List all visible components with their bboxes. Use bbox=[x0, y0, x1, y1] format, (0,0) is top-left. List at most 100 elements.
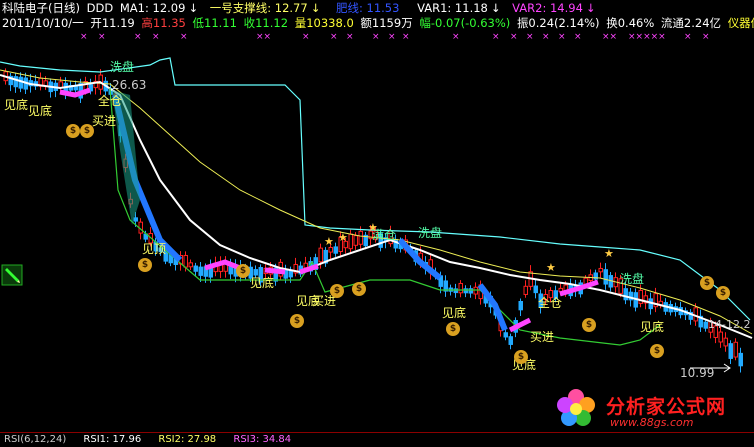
quote-amount: 额1159万 bbox=[360, 16, 413, 30]
rsi1-value: RSI1: 17.96 bbox=[83, 434, 142, 445]
candle-body bbox=[473, 286, 478, 295]
ma1-arrow-icon: ↓ bbox=[188, 1, 199, 15]
quote-volume: 量10338.0 bbox=[294, 16, 354, 30]
flower-logo-icon bbox=[557, 389, 595, 426]
bottom-label-2: 见底 bbox=[28, 104, 53, 118]
quote-change: 幅-0.07(-0.63%) bbox=[419, 16, 511, 30]
stop-line-green bbox=[109, 87, 661, 346]
marker: × bbox=[134, 32, 142, 42]
marker: × bbox=[510, 32, 518, 42]
money-bag-icon: $ bbox=[716, 286, 730, 300]
var1-value: VAR1: 11.18 bbox=[417, 1, 488, 15]
marker: × bbox=[98, 32, 106, 42]
logo-url: www.88gs.com bbox=[610, 416, 694, 429]
indicator-item3: 肥线: 11.53 bbox=[335, 1, 400, 15]
var2-arrow-icon: ↓ bbox=[585, 1, 596, 15]
runner-icon: ★ bbox=[546, 261, 556, 274]
candle-body bbox=[598, 267, 603, 273]
price-low-label: 10.99 bbox=[680, 366, 715, 380]
quote-date: 2011/10/10/一 bbox=[2, 16, 84, 30]
marker: × bbox=[558, 32, 566, 42]
candle-body bbox=[718, 331, 723, 343]
marker: × bbox=[388, 32, 396, 42]
candle-body bbox=[18, 76, 23, 89]
candle-body bbox=[328, 246, 333, 253]
site-logo: 分析家公式网 www.88gs.com bbox=[548, 384, 752, 436]
marker: × bbox=[180, 32, 188, 42]
marker: × bbox=[346, 32, 354, 42]
candle-body bbox=[603, 269, 608, 285]
candle-body bbox=[13, 76, 18, 88]
money-bag-icon: $ bbox=[66, 124, 80, 138]
wash-label-2: 洗盘 bbox=[418, 226, 443, 240]
runner-icon: ★ bbox=[324, 235, 334, 248]
money-bag-icon: $ bbox=[446, 322, 460, 336]
money-bag-icon: $ bbox=[352, 282, 366, 296]
runner-icon: ★ bbox=[368, 221, 378, 234]
marker: ××××× bbox=[628, 32, 666, 42]
indicator-header: 科陆电子(日线) DDD MA1: 12.09 ↓ 一号支撑线: 12.77 ↓ 肥… bbox=[2, 1, 599, 15]
candle-body bbox=[348, 233, 353, 250]
quote-turnover: 换0.46% bbox=[606, 16, 655, 30]
wash-label-3: 洗盘 bbox=[620, 272, 645, 286]
runner-icon: ★ bbox=[338, 231, 348, 244]
buy-in-label-3: 买进 bbox=[530, 330, 555, 344]
trend-fill-teal bbox=[112, 90, 140, 225]
pencil-tool-icon[interactable] bbox=[0, 263, 24, 287]
full-position-label-1: 全仓 bbox=[98, 94, 123, 108]
marker: × bbox=[372, 32, 380, 42]
indicator-name: DDD bbox=[86, 1, 114, 15]
marker: × bbox=[492, 32, 500, 42]
candle-body bbox=[318, 247, 323, 263]
stock-name: 科陆电子(日线) bbox=[2, 1, 80, 15]
marker: × bbox=[702, 32, 710, 42]
price-high-label: 26.63 bbox=[112, 78, 147, 92]
wash-label-1: 洗盘 bbox=[110, 60, 135, 74]
candle-body bbox=[458, 282, 463, 294]
candle-body bbox=[623, 288, 628, 301]
money-bag-icon: $ bbox=[80, 124, 94, 138]
marker: ×× bbox=[602, 32, 618, 42]
quote-close: 收11.12 bbox=[243, 16, 289, 30]
candle-body bbox=[733, 341, 738, 358]
full-position-label-2: 全仓 bbox=[538, 296, 563, 310]
marker: × bbox=[574, 32, 582, 42]
bottom-label-1: 见底 bbox=[4, 98, 29, 112]
candle-body bbox=[353, 235, 358, 246]
quote-sector: 仪器仪表 bbox=[727, 16, 754, 30]
money-bag-icon: $ bbox=[650, 344, 664, 358]
bottom-label-5: 见底 bbox=[296, 294, 321, 308]
candle-body bbox=[358, 230, 363, 245]
candle-body bbox=[738, 352, 743, 367]
candle-body bbox=[728, 343, 733, 359]
candle-body bbox=[188, 262, 193, 268]
support-line-value: 一号支撑线: 12.77 bbox=[209, 1, 308, 15]
rsi3-value: RSI3: 34.84 bbox=[233, 434, 292, 445]
quote-open: 开11.19 bbox=[90, 16, 135, 30]
ma1-value: MA1: 12.09 bbox=[119, 1, 186, 15]
marker: × bbox=[402, 32, 410, 42]
candle-body bbox=[518, 301, 523, 311]
support-arrow-icon: ↓ bbox=[310, 1, 321, 15]
var1-arrow-icon: ↓ bbox=[490, 1, 501, 15]
bottom-label-6: 见底 bbox=[442, 306, 467, 320]
rsi2-value: RSI2: 27.98 bbox=[158, 434, 217, 445]
logo-name: 分析家公式网 bbox=[606, 396, 727, 418]
candle-body bbox=[333, 246, 338, 254]
bottom-label-8: 见底 bbox=[640, 320, 665, 334]
candle-body bbox=[73, 85, 78, 91]
top-label-1: 见顶 bbox=[142, 242, 167, 256]
candle-body bbox=[523, 285, 528, 295]
quote-bar: 2011/10/10/一 开11.19 高11.35 低11.11 收11.12… bbox=[2, 16, 754, 30]
money-bag-icon: $ bbox=[582, 318, 596, 332]
candle-body bbox=[468, 288, 473, 294]
price-right-label: 14-12.2 bbox=[708, 318, 751, 331]
marker: × bbox=[452, 32, 460, 42]
marker: × bbox=[542, 32, 550, 42]
candle-body bbox=[723, 337, 728, 347]
candle-body bbox=[198, 266, 203, 276]
var2-value: VAR2: 14.94 bbox=[512, 1, 583, 15]
candle-body bbox=[533, 285, 538, 294]
marker: × bbox=[526, 32, 534, 42]
quote-high: 高11.35 bbox=[141, 16, 186, 30]
